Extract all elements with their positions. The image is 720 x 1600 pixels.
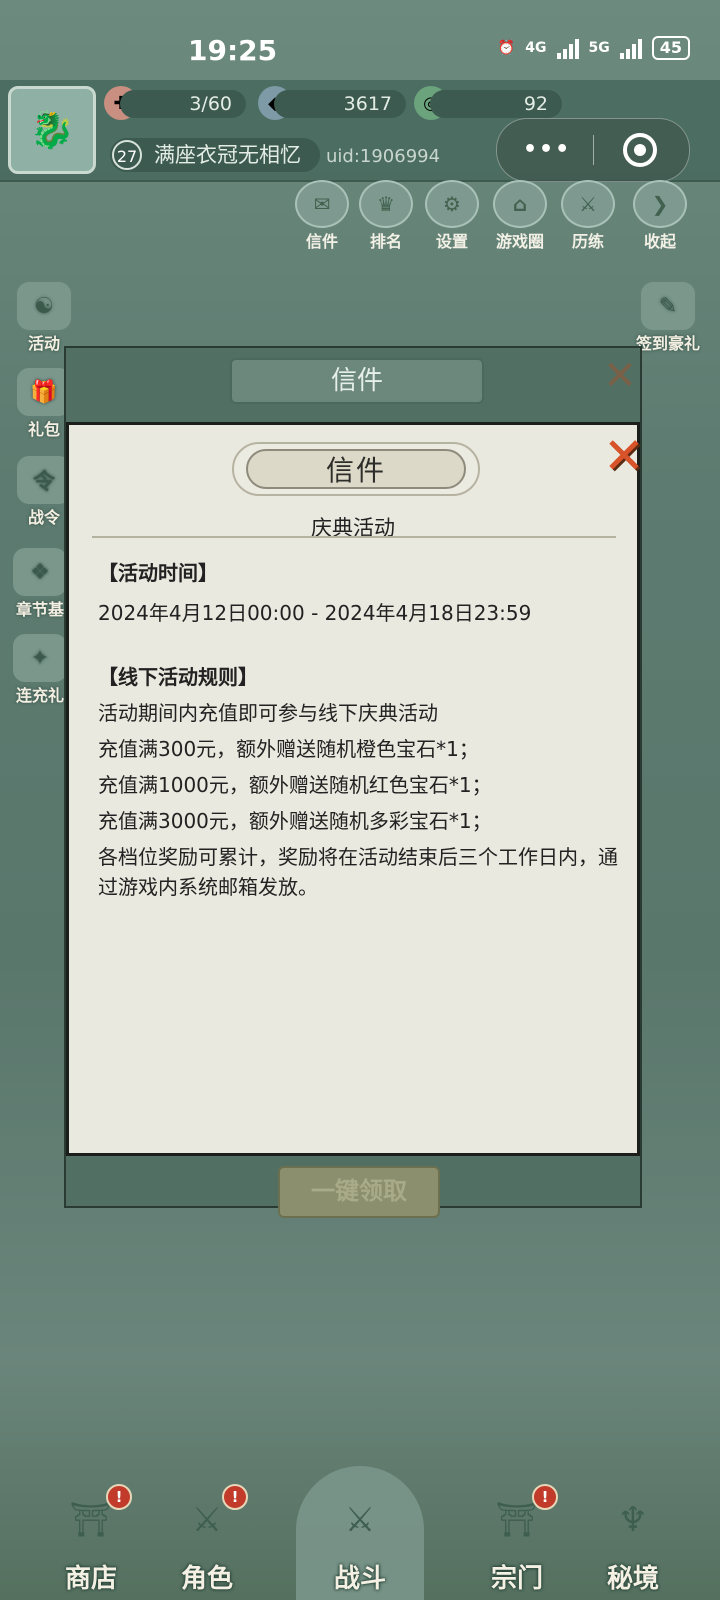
top-menu-mail[interactable]: ✉ 信件 [290,180,354,252]
top-menu-label: 设置 [435,232,468,251]
top-menu-label: 信件 [305,232,338,251]
status-bar: 19:25 ⏰ 4G 5G 45 [0,0,720,72]
nav-label: 宗门 [490,1564,543,1594]
nav-sect[interactable]: ⛩ ! 宗门 [462,1484,572,1595]
network-label-1: 4G [525,40,547,56]
battle-icon: ⚔ [344,1500,376,1540]
top-menu-label: 排名 [369,232,402,251]
rule-line: 充值满1000元，额外赠送随机红色宝石*1； [98,773,492,797]
miniprogram-capsule: ••• [496,118,690,182]
right-menu-signin[interactable]: ✎ 签到豪礼 [620,282,716,354]
top-menu-game-circle[interactable]: ⌂ 游戏圈 [488,180,552,252]
gear-icon: ⚙ [425,180,479,228]
status-icons: ⏰ 4G 5G 45 [498,36,690,60]
top-menu-ranking[interactable]: ♛ 排名 [354,180,418,252]
gift-icon: 🎁 [17,368,71,416]
nav-character[interactable]: ⚔ ! 角色 [152,1484,262,1595]
chevron-right-icon: ❯ [633,180,687,228]
nav-battle[interactable]: ⚔ 战斗 [305,1486,415,1595]
left-menu-label: 活动 [27,334,60,353]
rule-line: 各档位奖励可累计，奖励将在活动结束后三个工作日内，通过游戏内系统邮箱发放。 [98,845,618,899]
player-uid: uid:1906994 [326,146,441,167]
activity-icon: ☯ [17,282,71,330]
left-menu-label: 章节基 [15,600,64,619]
letter-icon: ✉ [295,180,349,228]
alarm-icon: ⏰ [497,40,516,56]
training-icon: ⚔ [561,180,615,228]
signal-icon [556,37,579,59]
nav-label: 商店 [64,1564,117,1594]
nav-label: 角色 [180,1564,233,1594]
battery-icon: 45 [651,36,690,60]
rule-line: 充值满3000元，额外赠送随机多彩宝石*1； [98,809,492,833]
more-button[interactable]: ••• [523,137,571,162]
pass-icon: 令 [17,456,71,504]
player-level: 27 [112,140,142,170]
left-menu-activity[interactable]: ☯ 活动 [4,282,84,354]
letter-title: 信件 [246,449,466,489]
top-menu-training[interactable]: ⚔ 历练 [556,180,620,252]
player-avatar[interactable]: 🐉 [8,86,96,174]
rule-line: 充值满300元，额外赠送随机橙色宝石*1； [98,737,479,761]
top-menu-collapse[interactable]: ❯ 收起 [628,180,692,252]
top-menu-label: 游戏圈 [495,232,544,251]
divider [92,536,616,538]
letter-content: 【活动时间】 2024年4月12日00:00 - 2024年4月18日23:59… [98,558,628,902]
time-range: 2024年4月12日00:00 - 2024年4月18日23:59 [98,601,532,625]
mail-list-close-button[interactable]: ✕ [600,356,640,396]
right-menu-label: 签到豪礼 [635,334,700,353]
top-menu-label: 历练 [571,232,604,251]
network-label-2: 5G [588,40,610,56]
currency1-value: 3617 [274,90,406,118]
alert-badge: ! [222,1484,248,1510]
alert-badge: ! [532,1484,558,1510]
stamina-value: 3/60 [120,90,246,118]
signin-icon: ✎ [641,282,695,330]
dragon-icon: 🐉 [29,110,75,151]
clock: 19:25 [188,34,278,67]
house-icon: ⌂ [493,180,547,228]
signal-icon-2 [619,37,642,59]
nav-label: 秘境 [606,1564,659,1594]
claim-all-button[interactable]: 一键领取 [278,1166,440,1218]
currency2-value: 92 [430,90,562,118]
capsule-divider [593,135,594,165]
secret-realm-icon: ♆ [617,1500,649,1540]
rules-heading: 【线下活动规则】 [98,665,258,689]
nav-shop[interactable]: ⛩ ! 商店 [36,1484,146,1595]
mail-list-title: 信件 [230,358,484,404]
ranking-icon: ♛ [359,180,413,228]
letter-title-frame: 信件 [232,442,480,496]
close-miniprogram-button[interactable] [623,133,657,167]
nav-label: 战斗 [333,1564,386,1594]
left-menu-label: 礼包 [27,420,60,439]
top-menu-settings[interactable]: ⚙ 设置 [420,180,484,252]
time-heading: 【活动时间】 [98,561,218,585]
top-menu-label: 收起 [643,232,676,251]
left-menu-label: 连充礼 [15,686,64,705]
chapter-icon: ❖ [13,548,67,596]
alert-badge: ! [106,1484,132,1510]
close-icon[interactable]: ✕ [598,430,650,482]
nav-secret-realm[interactable]: ♆ 秘境 [578,1486,688,1595]
left-menu-label: 战令 [27,508,60,527]
recharge-gift-icon: ✦ [13,634,67,682]
rule-line: 活动期间内充值即可参与线下庆典活动 [98,701,438,725]
